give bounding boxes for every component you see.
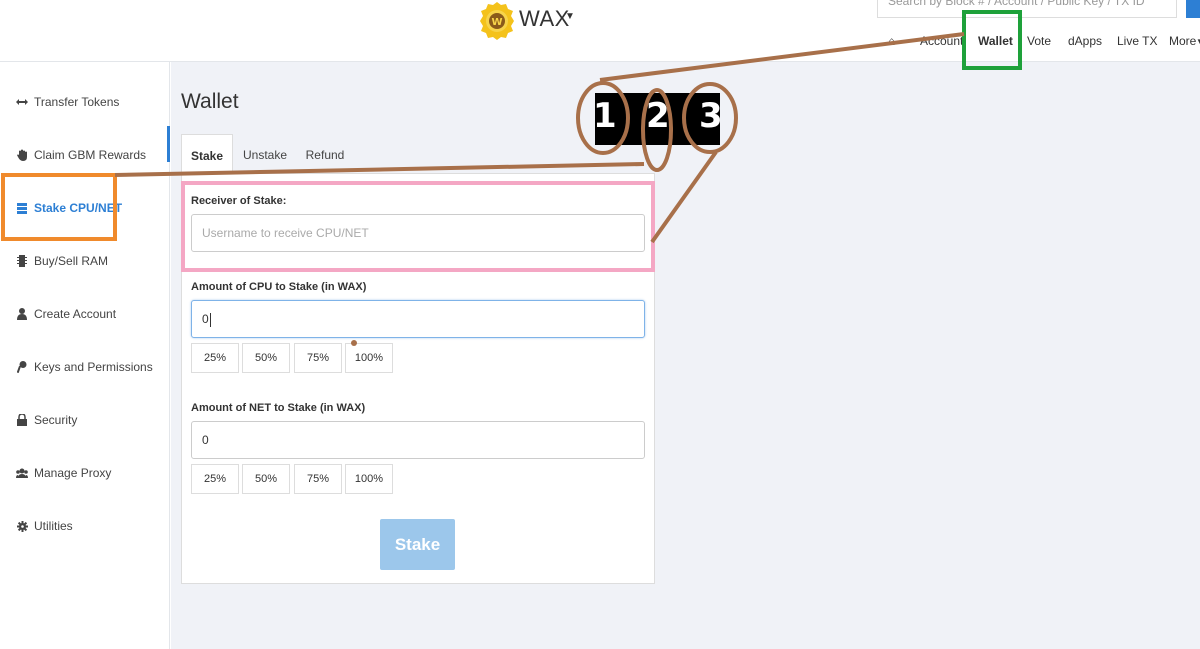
net-pct-100-button[interactable]: 100% — [345, 464, 393, 494]
sidebar-item-label: Stake CPU/NET — [34, 201, 123, 215]
receiver-label: Receiver of Stake: — [191, 195, 287, 207]
net-pct-25-button[interactable]: 25% — [191, 464, 239, 494]
text-cursor — [209, 312, 211, 327]
cpu-amount-label: Amount of CPU to Stake (in WAX) — [191, 281, 367, 293]
net-pct-50-button[interactable]: 50% — [242, 464, 290, 494]
annotation-number-3: 3 — [699, 96, 723, 136]
cpu-pct-50-button[interactable]: 50% — [242, 343, 290, 373]
sidebar-item-transfer-tokens[interactable]: Transfer Tokens — [16, 92, 119, 112]
sidebar-item-label: Claim GBM Rewards — [34, 148, 147, 162]
tab-unstake[interactable]: Unstake — [239, 134, 291, 174]
sidebar-item-security[interactable]: Security — [16, 410, 77, 430]
sidebar-item-buy-sell-ram[interactable]: Buy/Sell RAM — [16, 251, 108, 271]
users-icon — [16, 467, 28, 479]
arrows-icon — [16, 96, 28, 108]
sidebar-item-keys-and-permissions[interactable]: Keys and Permissions — [16, 357, 153, 377]
annotation-number-2: 2 — [646, 96, 670, 136]
page-title: Wallet — [181, 90, 239, 113]
more-caret-icon[interactable]: ▼ — [1196, 37, 1200, 46]
annotation-number-1: 1 — [593, 96, 617, 136]
tab-refund[interactable]: Refund — [299, 134, 351, 174]
net-amount-input[interactable]: 0 — [191, 421, 645, 459]
nav-wallet[interactable]: Wallet — [978, 34, 1013, 48]
top-header: W WAX ▼ Search by Block # / Account / Pu… — [0, 0, 1200, 62]
hand-icon — [16, 149, 28, 161]
nav-vote[interactable]: Vote — [1027, 34, 1051, 48]
gear-icon — [16, 520, 28, 532]
caret-down-icon[interactable]: ▼ — [565, 11, 575, 22]
search-input[interactable]: Search by Block # / Account / Public Key… — [877, 0, 1177, 18]
nav-account[interactable]: Account — [920, 34, 963, 48]
server-icon — [16, 202, 28, 214]
sidebar-item-label: Utilities — [34, 519, 73, 533]
lock-icon — [16, 414, 28, 426]
search-button[interactable] — [1186, 0, 1200, 18]
cpu-pct-25-button[interactable]: 25% — [191, 343, 239, 373]
brand-name[interactable]: WAX — [519, 6, 570, 32]
net-amount-label: Amount of NET to Stake (in WAX) — [191, 402, 366, 414]
sidebar-item-label: Keys and Permissions — [34, 360, 153, 374]
receiver-input[interactable]: Username to receive CPU/NET — [191, 214, 645, 252]
cpu-pct-100-button[interactable]: 100% — [345, 343, 393, 373]
svg-text:W: W — [491, 17, 502, 28]
home-icon[interactable]: ⌂ — [888, 34, 895, 48]
sidebar-item-label: Transfer Tokens — [34, 95, 120, 109]
nav-live-tx[interactable]: Live TX — [1117, 34, 1157, 48]
stake-submit-button[interactable]: Stake — [380, 519, 455, 570]
sidebar-active-indicator — [167, 126, 170, 162]
cpu-amount-value: 0 — [202, 312, 209, 326]
sidebar-item-claim-gbm-rewards[interactable]: Claim GBM Rewards — [16, 145, 146, 165]
nav-dapps[interactable]: dApps — [1068, 34, 1102, 48]
sidebar-item-label: Buy/Sell RAM — [34, 254, 109, 268]
sidebar-item-create-account[interactable]: Create Account — [16, 304, 116, 324]
sidebar-item-utilities[interactable]: Utilities — [16, 516, 73, 536]
sidebar-item-label: Manage Proxy — [34, 466, 112, 480]
wax-logo-icon[interactable]: W — [480, 1, 514, 41]
sidebar-item-label: Security — [34, 413, 78, 427]
sidebar-item-stake-cpu-net[interactable]: Stake CPU/NET — [16, 198, 122, 218]
cpu-pct-75-button[interactable]: 75% — [294, 343, 342, 373]
cpu-amount-input[interactable]: 0 — [191, 300, 645, 338]
sidebar-item-manage-proxy[interactable]: Manage Proxy — [16, 463, 111, 483]
user-icon — [16, 308, 28, 320]
nav-more[interactable]: More — [1169, 34, 1196, 48]
chip-icon — [16, 255, 28, 267]
tab-stake[interactable]: Stake — [181, 134, 233, 174]
key-icon — [16, 361, 28, 373]
net-pct-75-button[interactable]: 75% — [294, 464, 342, 494]
sidebar-item-label: Create Account — [34, 307, 117, 321]
